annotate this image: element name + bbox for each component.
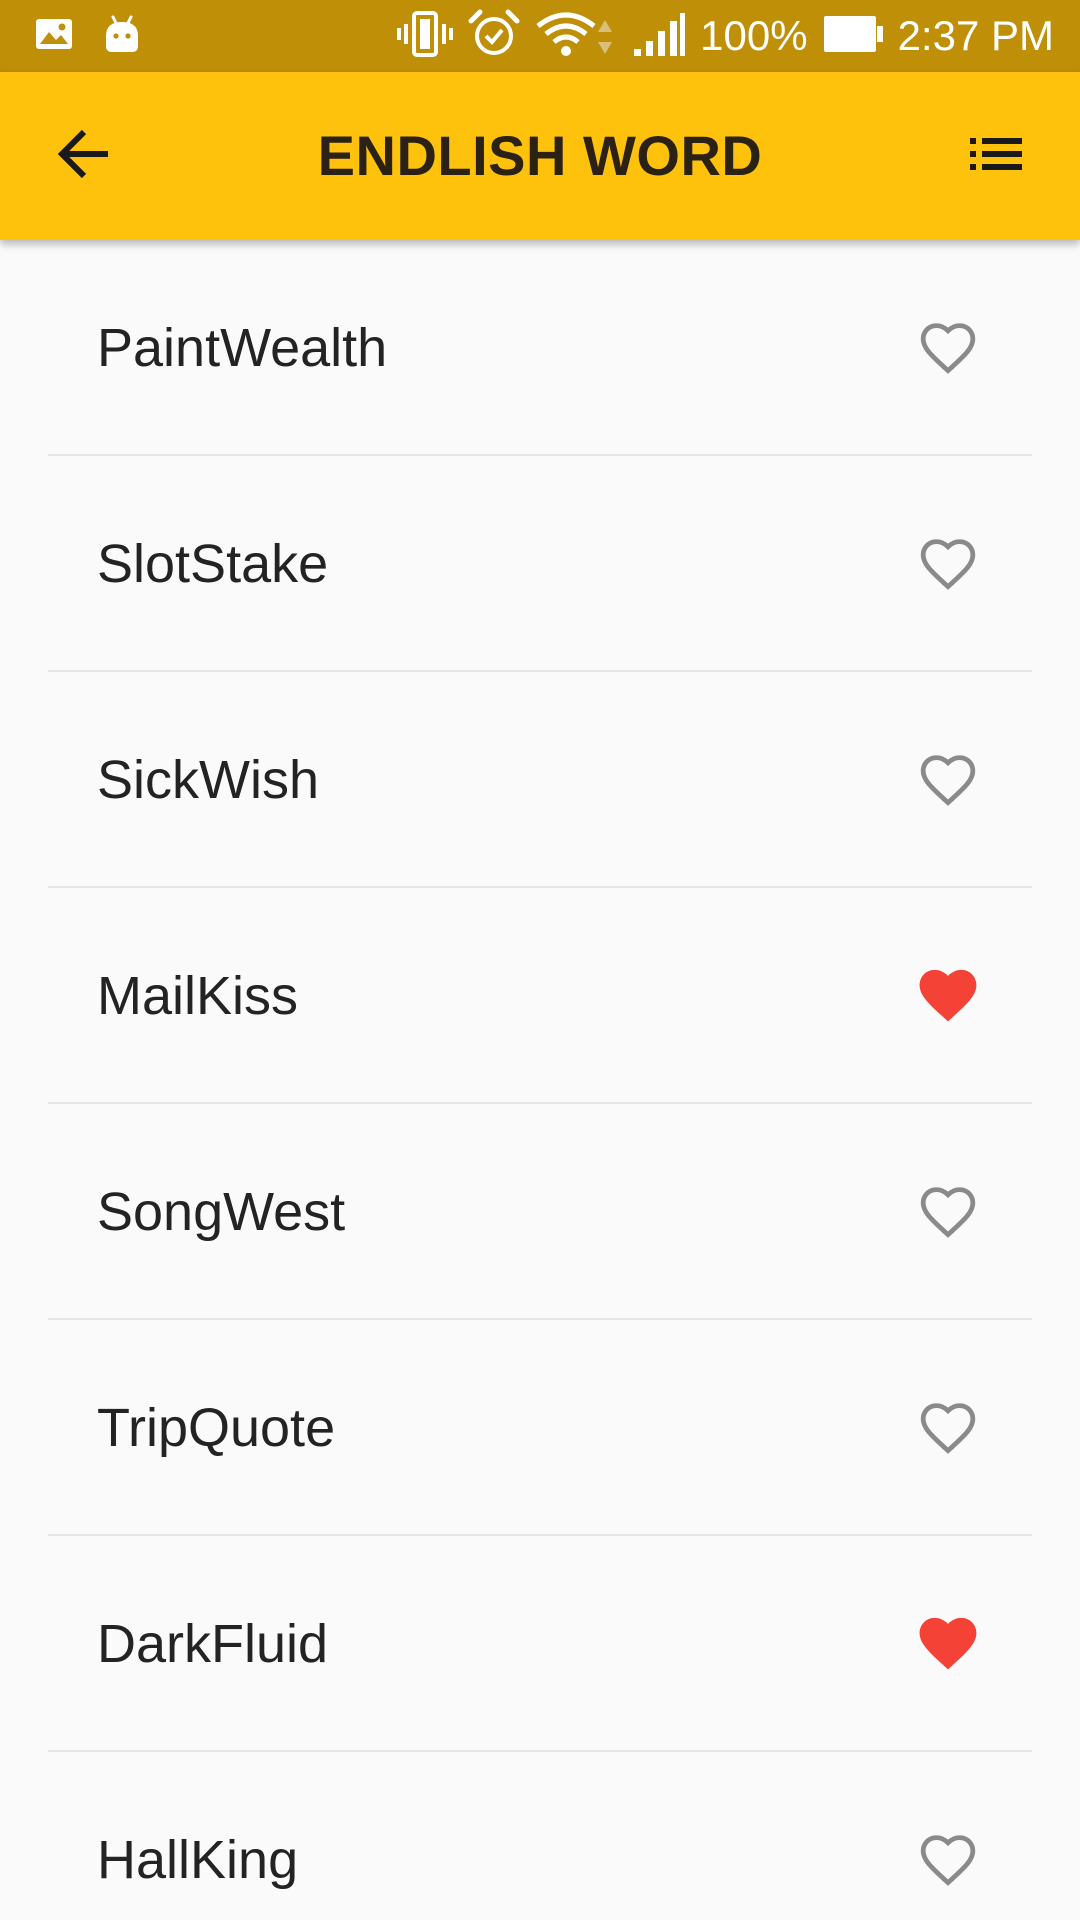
heart-outline-icon (920, 1835, 976, 1886)
android-icon (104, 14, 140, 59)
word-label: SlotStake (97, 534, 329, 594)
list-item[interactable]: SickWish (48, 672, 1032, 888)
heart-outline-icon (920, 1187, 976, 1238)
list-item[interactable]: MailKiss (48, 888, 1032, 1104)
word-label: TripQuote (97, 1398, 336, 1458)
list-item[interactable]: SongWest (48, 1104, 1032, 1320)
heart-outline-icon (920, 323, 976, 374)
vibrate-icon (396, 10, 454, 63)
word-label: SickWish (97, 750, 320, 810)
favorite-button[interactable] (906, 522, 990, 606)
heart-filled-icon (919, 969, 977, 1022)
word-list[interactable]: PaintWealth SlotStake SickWish MailKiss Song… (0, 240, 1080, 1920)
list-icon (968, 134, 1024, 179)
favorite-button[interactable] (906, 1602, 990, 1686)
favorite-button[interactable] (906, 738, 990, 822)
favorite-button[interactable] (906, 1170, 990, 1254)
word-label: PaintWealth (97, 318, 388, 378)
status-time: 2:37 PM (897, 12, 1054, 59)
signal-icon (632, 11, 686, 62)
word-label: DarkFluid (97, 1614, 329, 1674)
favorite-button[interactable] (906, 306, 990, 390)
list-item[interactable]: SlotStake (48, 456, 1032, 672)
gallery-icon (34, 17, 74, 56)
page-title: ENDLISH WORD (317, 124, 763, 187)
status-bar: 100% 2:37 PM (0, 0, 1080, 72)
favorite-button[interactable] (906, 1818, 990, 1902)
heart-filled-icon (919, 1617, 977, 1670)
heart-outline-icon (920, 1403, 976, 1454)
heart-outline-icon (920, 755, 976, 806)
list-item[interactable]: PaintWealth (48, 240, 1032, 456)
app-bar: ENDLISH WORD (0, 72, 1080, 240)
favorite-button[interactable] (906, 1386, 990, 1470)
list-item[interactable]: DarkFluid (48, 1536, 1032, 1752)
battery-percent: 100% (700, 12, 808, 59)
word-label: MailKiss (97, 966, 299, 1026)
list-item[interactable]: TripQuote (48, 1320, 1032, 1536)
word-label: SongWest (97, 1182, 346, 1242)
heart-outline-icon (920, 539, 976, 590)
word-label: HallKing (97, 1830, 299, 1890)
battery-icon (822, 14, 884, 59)
alarm-icon (468, 9, 520, 64)
status-bar-right: 100% 2:37 PM (396, 9, 1054, 64)
list-item[interactable]: HallKing (48, 1752, 1032, 1920)
list-menu-button[interactable] (952, 112, 1040, 200)
wifi-icon (534, 10, 618, 63)
favorite-button[interactable] (906, 954, 990, 1038)
status-bar-left (34, 14, 140, 58)
